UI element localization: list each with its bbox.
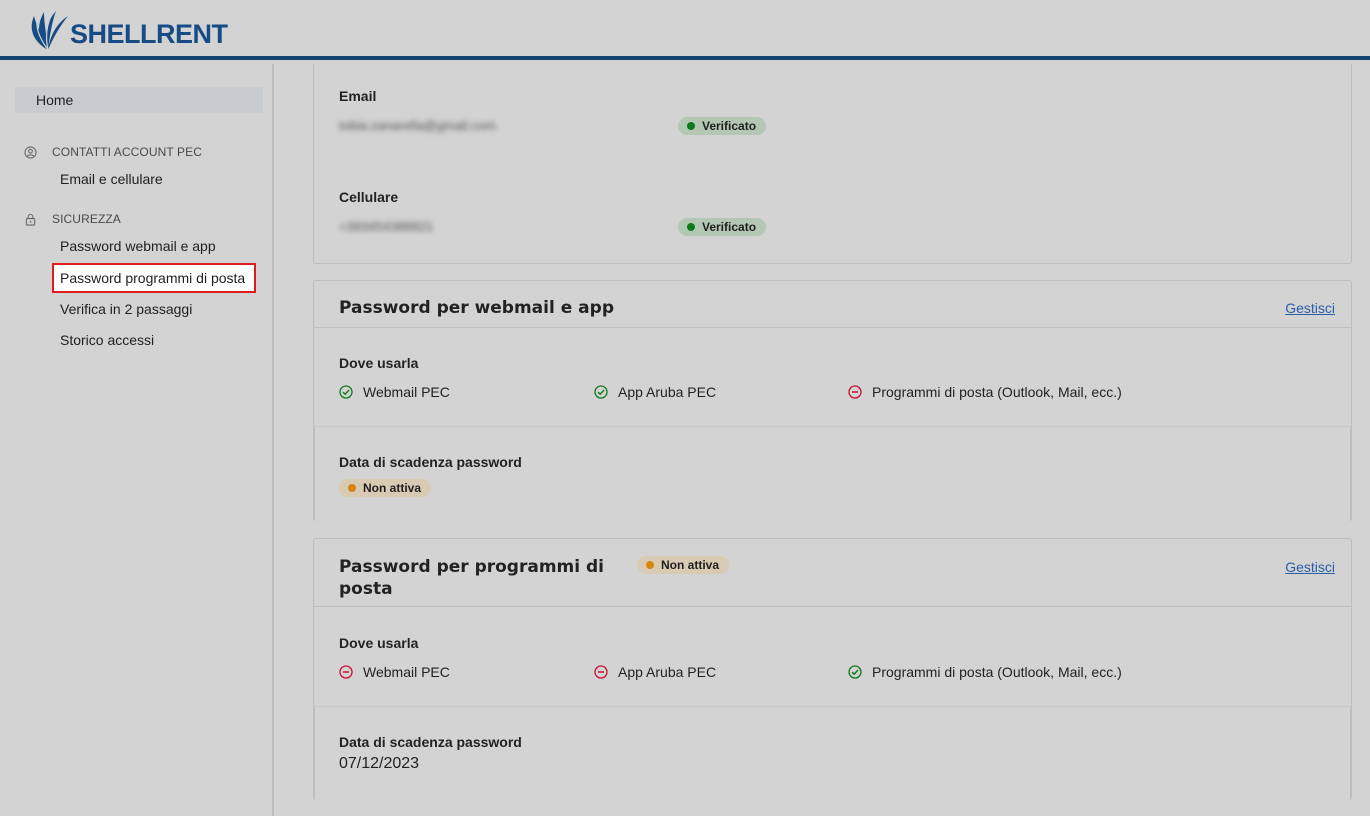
shellrent-logo[interactable]: SHELLRENT	[24, 6, 228, 54]
shell-logo-icon	[31, 11, 68, 51]
phone-status-badge: Verificato	[678, 218, 767, 236]
feature-programmi-posta: Programmi di posta (Outlook, Mail, ecc.)	[848, 384, 1122, 400]
minus-circle-icon	[594, 665, 608, 679]
email-label: Email	[339, 88, 377, 104]
webmail-password-panel: Password per webmail e app Gestisci Dove…	[313, 280, 1352, 521]
phone-label: Cellulare	[339, 189, 399, 205]
sidebar-item-password-programmi[interactable]: Password programmi di posta	[52, 263, 256, 293]
feature-label: App Aruba PEC	[618, 664, 717, 680]
mail-programs-expiry-label: Data di scadenza password	[339, 734, 522, 750]
lock-icon	[25, 213, 36, 226]
email-status-badge: Verificato	[678, 117, 767, 135]
webmail-where-label: Dove usarla	[339, 355, 419, 371]
section-security: SICUREZZA	[24, 212, 121, 226]
feature-webmail-pec: Webmail PEC	[339, 384, 450, 400]
feature-programmi-posta: Programmi di posta (Outlook, Mail, ecc.)	[848, 664, 1122, 680]
feature-label: Webmail PEC	[363, 664, 450, 680]
webmail-password-manage-link[interactable]: Gestisci	[1285, 300, 1335, 316]
section-title-contacts: CONTATTI ACCOUNT PEC	[52, 145, 203, 159]
sidebar-item-verifica-2-passaggi[interactable]: Verifica in 2 passaggi	[60, 301, 192, 317]
sidebar-item-storico-accessi[interactable]: Storico accessi	[60, 332, 154, 348]
feature-label: Programmi di posta (Outlook, Mail, ecc.)	[872, 384, 1122, 400]
sidebar: Home CONTATTI ACCOUNT PEC Email e cellul…	[0, 64, 274, 816]
mail-programs-expiry-box: Data di scadenza password 07/12/2023	[314, 706, 1351, 800]
section-contacts: CONTATTI ACCOUNT PEC	[24, 145, 202, 159]
mail-programs-where-label: Dove usarla	[339, 635, 419, 651]
feature-label: Programmi di posta (Outlook, Mail, ecc.)	[872, 664, 1122, 680]
title-line-1: Password per programmi di	[339, 557, 604, 577]
contacts-panel: Email tobia.zanarella@gmail.com Verifica…	[313, 64, 1352, 264]
feature-app-aruba-pec: App Aruba PEC	[594, 664, 716, 680]
mail-programs-password-title: Password per programmi di posta	[339, 556, 604, 600]
mail-programs-password-manage-link[interactable]: Gestisci	[1285, 559, 1335, 575]
sidebar-item-password-webmail[interactable]: Password webmail e app	[60, 238, 216, 254]
sidebar-item-home[interactable]: Home	[15, 87, 263, 113]
minus-circle-icon	[848, 385, 862, 399]
user-circle-icon	[24, 145, 37, 159]
minus-circle-icon	[339, 665, 353, 679]
webmail-expiry-label: Data di scadenza password	[339, 454, 522, 470]
mail-programs-password-header: Password per programmi di posta Non atti…	[314, 539, 1351, 607]
webmail-password-title: Password per webmail e app	[339, 298, 614, 318]
mail-programs-password-panel: Password per programmi di posta Non atti…	[313, 538, 1352, 800]
mail-programs-status-badge: Non attiva	[637, 556, 730, 574]
top-header: SHELLRENT	[0, 0, 1370, 60]
feature-label: App Aruba PEC	[618, 384, 717, 400]
brand-name: SHELLRENT	[70, 18, 228, 49]
webmail-expiry-status-badge: Non attiva	[339, 479, 432, 497]
check-circle-icon	[594, 385, 608, 399]
sidebar-item-email-cellulare[interactable]: Email e cellulare	[60, 171, 163, 187]
feature-label: Webmail PEC	[363, 384, 450, 400]
webmail-expiry-box: Data di scadenza password Non attiva	[314, 426, 1351, 521]
title-line-2: posta	[339, 579, 393, 599]
phone-value: +393454388821	[339, 219, 434, 234]
email-value: tobia.zanarella@gmail.com	[339, 118, 496, 133]
section-title-security: SICUREZZA	[52, 212, 121, 226]
webmail-password-header: Password per webmail e app Gestisci	[314, 281, 1351, 328]
mail-programs-expiry-value: 07/12/2023	[339, 755, 420, 772]
check-circle-icon	[339, 385, 353, 399]
check-circle-icon	[848, 665, 862, 679]
feature-webmail-pec: Webmail PEC	[339, 664, 450, 680]
feature-app-aruba-pec: App Aruba PEC	[594, 384, 716, 400]
